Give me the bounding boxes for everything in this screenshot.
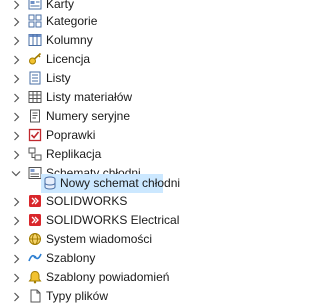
- tree-item-poprawki[interactable]: Poprawki: [0, 126, 244, 145]
- serial-numbers-icon: [30, 109, 40, 123]
- tree-item-listy-materialow[interactable]: Listy materiałów: [0, 88, 244, 107]
- tree-item-label: Numery seryjne: [46, 109, 131, 123]
- solidworks-electrical-icon: [29, 214, 41, 226]
- tree-item-kolumny[interactable]: Kolumny: [0, 31, 244, 50]
- tree-item-label: Listy: [46, 71, 71, 85]
- replication-icon: [28, 147, 42, 161]
- cards-icon: [28, 0, 42, 10]
- chevron-right-icon[interactable]: [11, 69, 21, 88]
- chevron-right-icon[interactable]: [11, 230, 21, 249]
- columns-icon: [28, 34, 42, 46]
- tree-item-label: Poprawki: [46, 128, 96, 142]
- tree-item-label: Kolumny: [46, 33, 93, 47]
- chevron-right-icon[interactable]: [11, 192, 21, 211]
- chevron-right-icon[interactable]: [11, 126, 21, 145]
- tree-item-licencja[interactable]: Licencja: [0, 50, 244, 69]
- chevron-right-icon[interactable]: [11, 145, 21, 164]
- tree-item-szablony-powiadomien[interactable]: Szablony powiadomień: [0, 268, 244, 287]
- chevron-right-icon[interactable]: [11, 249, 21, 268]
- tree-item-label: Listy materiałów: [46, 90, 133, 104]
- tree-item-replikacja[interactable]: Replikacja: [0, 145, 244, 164]
- tree-item-solidworks[interactable]: SOLIDWORKS: [0, 192, 244, 211]
- messages-icon: [29, 233, 41, 245]
- chevron-right-icon[interactable]: [11, 88, 21, 107]
- tree-item-label: Typy plików: [46, 289, 109, 303]
- chevron-right-icon[interactable]: [11, 268, 21, 287]
- tree-item-kategorie[interactable]: Kategorie: [0, 12, 244, 31]
- chevron-right-icon[interactable]: [11, 50, 21, 69]
- tree-item-label: Kategorie: [46, 14, 98, 28]
- tree-item-label: Licencja: [46, 52, 91, 66]
- tree-item-label: Szablony powiadomień: [46, 270, 170, 284]
- new-scheme-icon: [44, 176, 56, 190]
- chevron-right-icon[interactable]: [11, 211, 21, 230]
- templates-icon: [28, 253, 42, 262]
- tree-item-label: System wiadomości: [46, 232, 153, 246]
- bill-of-materials-icon: [28, 91, 42, 103]
- chevron-right-icon[interactable]: [11, 287, 21, 306]
- tree-item-label: SOLIDWORKS: [46, 194, 128, 208]
- tree-item-label: Szablony: [46, 251, 96, 265]
- tree-item-label: Replikacja: [46, 147, 102, 161]
- tree-item-label: SOLIDWORKS Electrical: [46, 213, 180, 227]
- chevron-right-icon[interactable]: [11, 107, 21, 126]
- tree-item-szablony[interactable]: Szablony: [0, 249, 244, 268]
- tree-item-nowy-schemat-chlodni[interactable]: Nowy schemat chłodni: [0, 174, 244, 193]
- license-icon: [29, 52, 42, 65]
- chevron-right-icon[interactable]: [11, 31, 21, 50]
- notification-templates-icon: [28, 270, 42, 284]
- tree-item-numery-seryjne[interactable]: Numery seryjne: [0, 107, 244, 126]
- file-types-icon: [30, 289, 41, 303]
- tree-item-label: Nowy schemat chłodni: [60, 176, 181, 190]
- lists-icon: [29, 71, 41, 85]
- revisions-icon: [28, 128, 42, 142]
- tree-item-system-wiadomosci[interactable]: System wiadomości: [0, 230, 244, 249]
- tree-item-typy-plikow[interactable]: Typy plików: [0, 287, 244, 306]
- tree-item-solidworks-electrical[interactable]: SOLIDWORKS Electrical: [0, 211, 244, 230]
- tree-item-listy[interactable]: Listy: [0, 69, 244, 88]
- categories-icon: [28, 14, 42, 28]
- chevron-right-icon[interactable]: [11, 12, 21, 31]
- solidworks-icon: [29, 195, 41, 207]
